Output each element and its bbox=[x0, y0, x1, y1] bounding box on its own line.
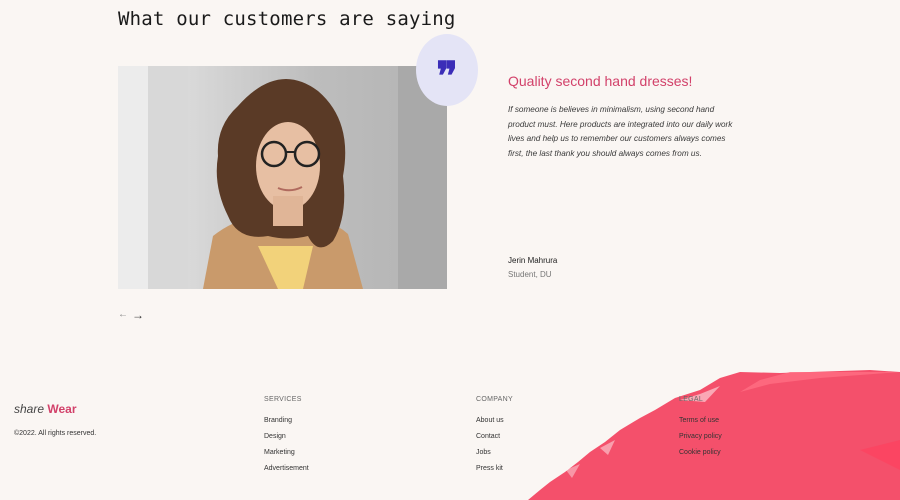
footer-link-marketing[interactable]: Marketing bbox=[264, 448, 309, 464]
footer-link-advertisement[interactable]: Advertisement bbox=[264, 464, 309, 480]
footer-services-column: SERVICES Branding Design Marketing Adver… bbox=[264, 396, 309, 480]
footer-link-branding[interactable]: Branding bbox=[264, 416, 309, 432]
company-heading: COMPANY bbox=[476, 396, 513, 403]
footer-logo[interactable]: share Wear bbox=[14, 402, 77, 416]
footer-link-contact[interactable]: Contact bbox=[476, 432, 513, 448]
carousel-next-arrow-icon[interactable]: → bbox=[132, 308, 144, 322]
footer-link-terms[interactable]: Terms of use bbox=[679, 416, 722, 432]
quote-badge: ❞ bbox=[416, 34, 478, 106]
footer-link-cookie[interactable]: Cookie policy bbox=[679, 448, 722, 464]
logo-share-text: share bbox=[14, 402, 45, 416]
testimonial-text: If someone is believes in minimalism, us… bbox=[508, 105, 733, 158]
footer-link-design[interactable]: Design bbox=[264, 432, 309, 448]
footer-company-column: COMPANY About us Contact Jobs Press kit bbox=[476, 396, 513, 480]
footer-link-about[interactable]: About us bbox=[476, 416, 513, 432]
author-name: Jerin Mahrura bbox=[508, 256, 558, 265]
carousel-prev-arrow-icon[interactable]: ← bbox=[118, 308, 128, 322]
footer-link-press-kit[interactable]: Press kit bbox=[476, 464, 513, 480]
copyright: ©2022. All rights reserved. bbox=[14, 430, 97, 437]
footer-link-jobs[interactable]: Jobs bbox=[476, 448, 513, 464]
footer-link-privacy[interactable]: Privacy policy bbox=[679, 432, 722, 448]
services-heading: SERVICES bbox=[264, 396, 302, 403]
footer-legal-column: LEGAL Terms of use Privacy policy Cookie… bbox=[679, 396, 722, 464]
customer-photo bbox=[118, 66, 447, 289]
legal-heading: LEGAL bbox=[679, 396, 704, 403]
quote-icon: ❞ bbox=[436, 53, 458, 100]
testimonial-heading: Quality second hand dresses! bbox=[508, 73, 693, 89]
section-title: What our customers are saying bbox=[118, 8, 456, 30]
logo-wear-text: Wear bbox=[47, 402, 77, 416]
author-role: Student, DU bbox=[508, 270, 552, 279]
